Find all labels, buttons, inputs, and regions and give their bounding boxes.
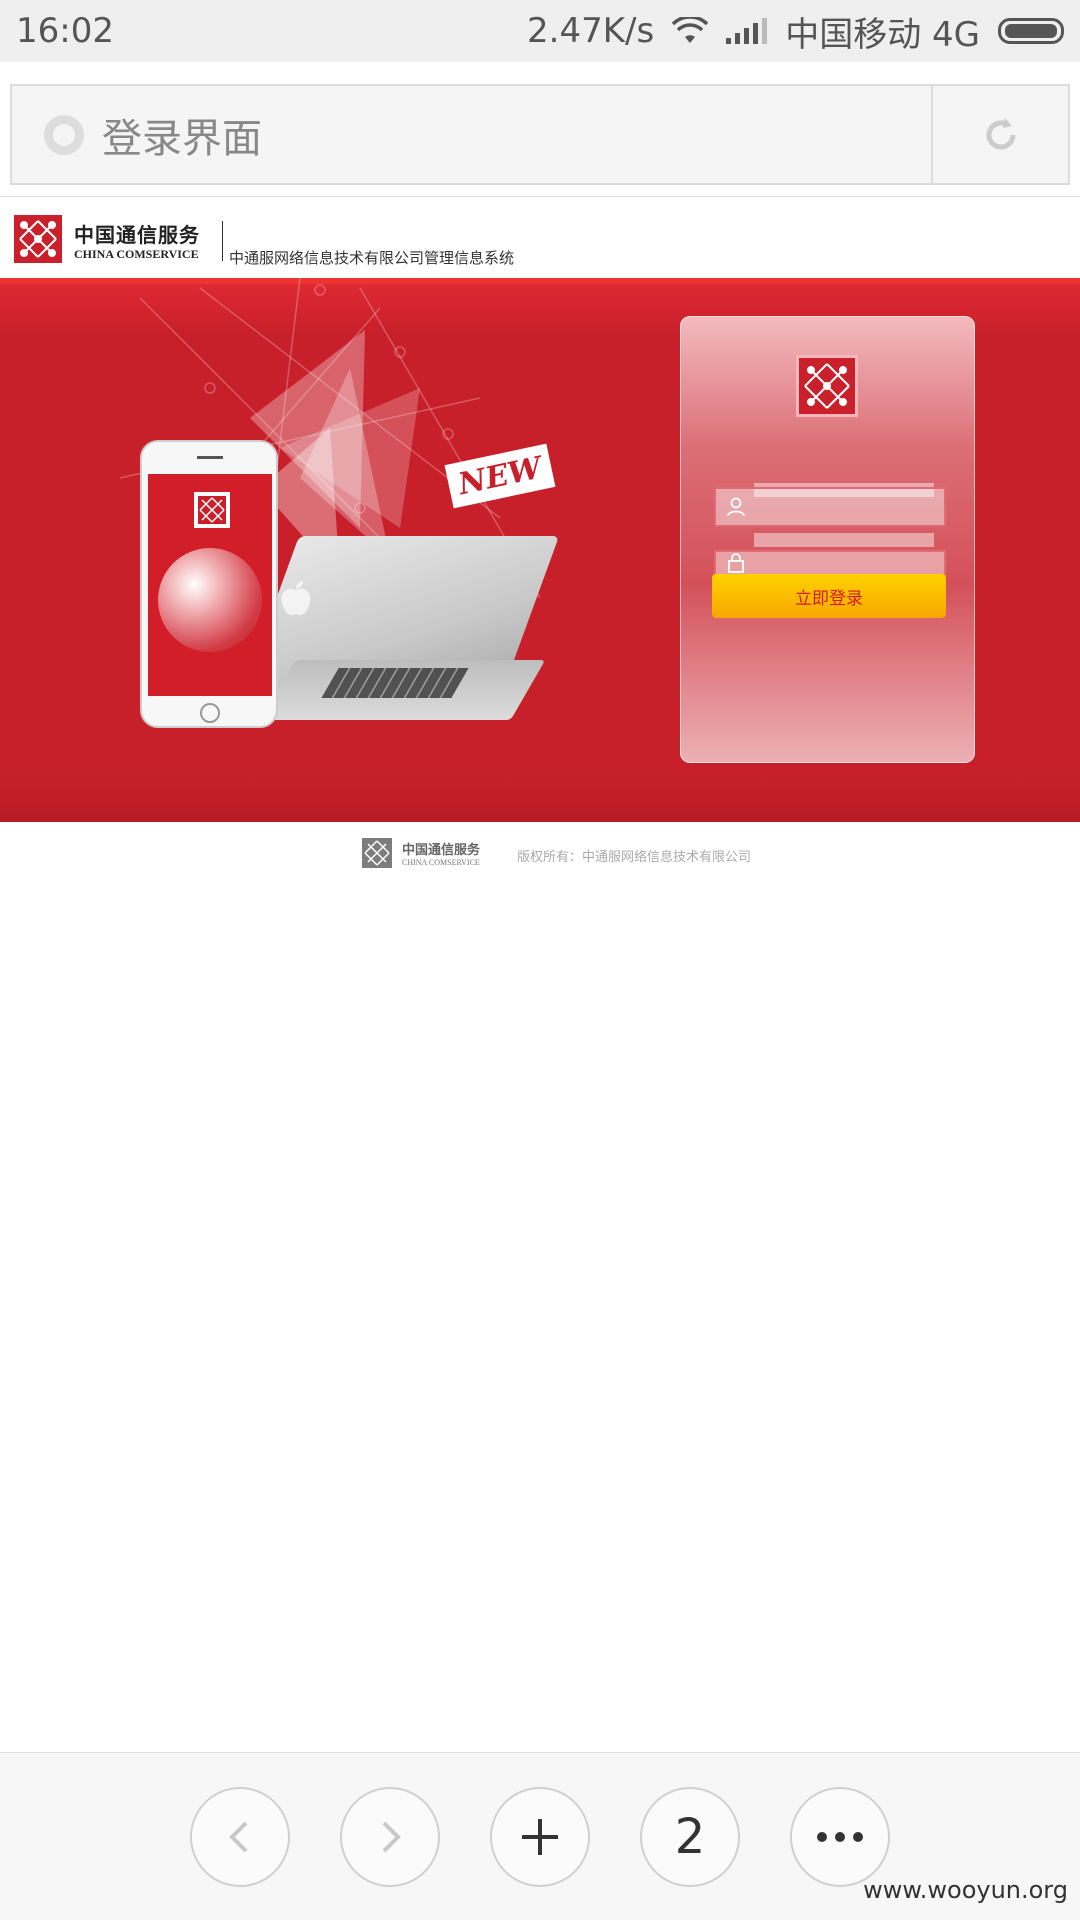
phone-speaker xyxy=(197,456,223,459)
new-tab-button[interactable] xyxy=(490,1787,590,1887)
footer-brand-cn: 中国通信服务 xyxy=(402,843,481,858)
more-icon xyxy=(817,1832,863,1842)
password-field-highlight xyxy=(754,533,934,547)
user-icon xyxy=(726,497,746,517)
login-banner: NEW 立即登录 xyxy=(0,278,1080,822)
globe-graphic xyxy=(158,548,262,652)
wifi-icon xyxy=(672,17,709,43)
new-tab-icon xyxy=(522,1819,558,1855)
network-speed: 2.47K/s xyxy=(527,11,655,51)
site-header: 中国通信服务 CHINA COMSERVICE 中通服网络信息技术有限公司管理信… xyxy=(0,196,1080,279)
phone-home-button xyxy=(200,703,220,723)
watermark: www.wooyun.org xyxy=(863,1876,1068,1904)
footer-copyright: 版权所有：中通服网络信息技术有限公司 xyxy=(517,850,752,865)
username-field[interactable] xyxy=(714,487,967,527)
china-comservice-logo xyxy=(14,215,62,263)
signal-icon xyxy=(726,18,768,44)
status-time: 16:02 xyxy=(16,11,114,51)
login-panel: 立即登录 xyxy=(680,316,975,763)
system-name: 中通服网络信息技术有限公司管理信息系统 xyxy=(229,249,515,267)
phone-screen xyxy=(148,474,272,696)
forward-button[interactable] xyxy=(340,1787,440,1887)
apple-logo-icon xyxy=(281,581,311,616)
phone-app-logo xyxy=(194,492,230,528)
battery-icon xyxy=(998,18,1064,44)
brand-name-cn: 中国通信服务 xyxy=(74,223,200,247)
footer-brand-en: CHINA COMSERVICE xyxy=(402,858,480,867)
login-logo xyxy=(796,355,858,417)
page-title[interactable]: 登录界面 xyxy=(102,106,931,164)
back-button[interactable] xyxy=(190,1787,290,1887)
page-footer: 中国通信服务 CHINA COMSERVICE 版权所有：中通服网络信息技术有限… xyxy=(0,822,1080,882)
tabs-button[interactable]: 2 xyxy=(640,1787,740,1887)
tab-count: 2 xyxy=(674,1809,706,1865)
password-field[interactable] xyxy=(714,550,946,576)
brand-name-en: CHINA COMSERVICE xyxy=(74,247,199,261)
carrier-label: 中国移动 4G xyxy=(785,14,980,55)
footer-logo xyxy=(362,838,392,868)
site-loading-icon xyxy=(44,114,84,155)
username-input[interactable] xyxy=(752,489,967,525)
more-button[interactable] xyxy=(790,1787,890,1887)
login-button[interactable]: 立即登录 xyxy=(712,574,946,618)
forward-icon xyxy=(382,1821,401,1853)
reload-button[interactable] xyxy=(933,84,1068,185)
laptop-keyboard xyxy=(321,668,469,698)
status-indicators: 2.47K/s 中国移动 4G xyxy=(527,7,1064,56)
password-input[interactable] xyxy=(752,552,944,574)
phone-illustration xyxy=(140,440,278,728)
lock-icon xyxy=(726,553,746,573)
header-divider xyxy=(222,221,223,261)
browser-address-bar[interactable]: 登录界面 xyxy=(10,84,1070,185)
reload-icon xyxy=(986,117,1015,149)
back-icon xyxy=(229,1821,248,1853)
status-bar: 16:02 2.47K/s 中国移动 4G xyxy=(0,0,1080,62)
